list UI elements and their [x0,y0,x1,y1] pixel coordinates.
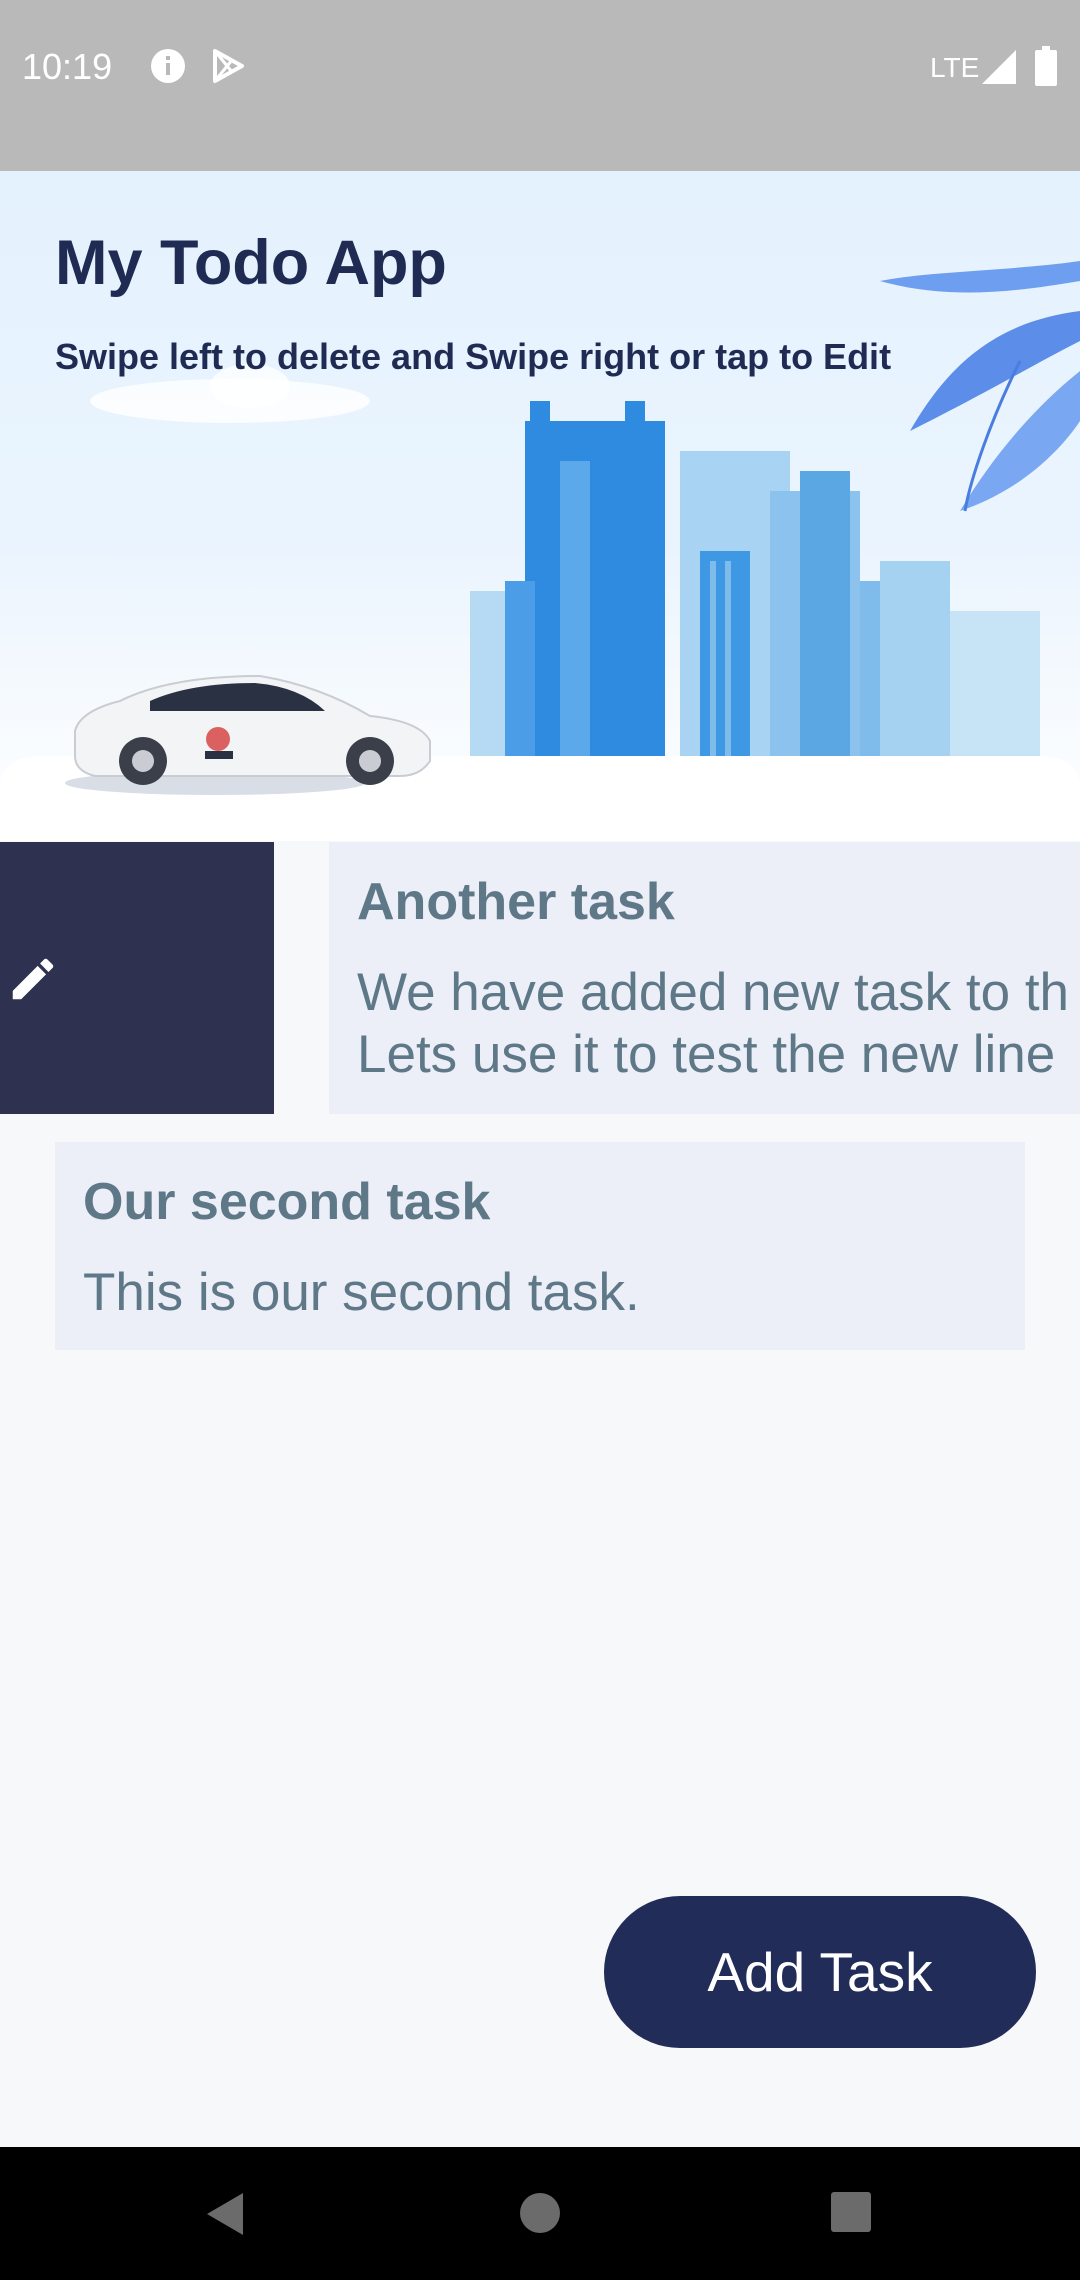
add-task-button[interactable]: Add Task [604,1896,1036,2048]
status-bar: 10:19 LTE [0,0,1080,171]
task-description: This is our second task. [83,1263,640,1322]
task-title: Another task [357,873,675,931]
signal-icon [982,50,1018,89]
task-card[interactable]: Our second task This is our second task. [55,1142,1025,1350]
play-store-icon [210,48,246,89]
navigation-bar [0,2147,1080,2280]
app-title: My Todo App [55,228,447,298]
network-type: LTE [930,52,980,83]
task-card[interactable]: Another task We have added new task to t… [329,842,1080,1114]
home-icon[interactable] [518,2191,562,2240]
task-description: We have added new task to th Lets use it… [357,963,1070,1084]
edit-icon [12,958,54,1000]
recents-icon[interactable] [830,2191,872,2238]
edit-swipe-action[interactable] [0,842,274,1114]
battery-icon [1035,46,1057,91]
back-icon[interactable] [205,2191,245,2242]
app-subtitle: Swipe left to delete and Swipe right or … [55,336,892,377]
task-title: Our second task [83,1173,491,1231]
status-time: 10:19 [22,46,113,87]
info-icon [150,48,186,89]
header-banner: My Todo App Swipe left to delete and Swi… [0,171,1080,841]
